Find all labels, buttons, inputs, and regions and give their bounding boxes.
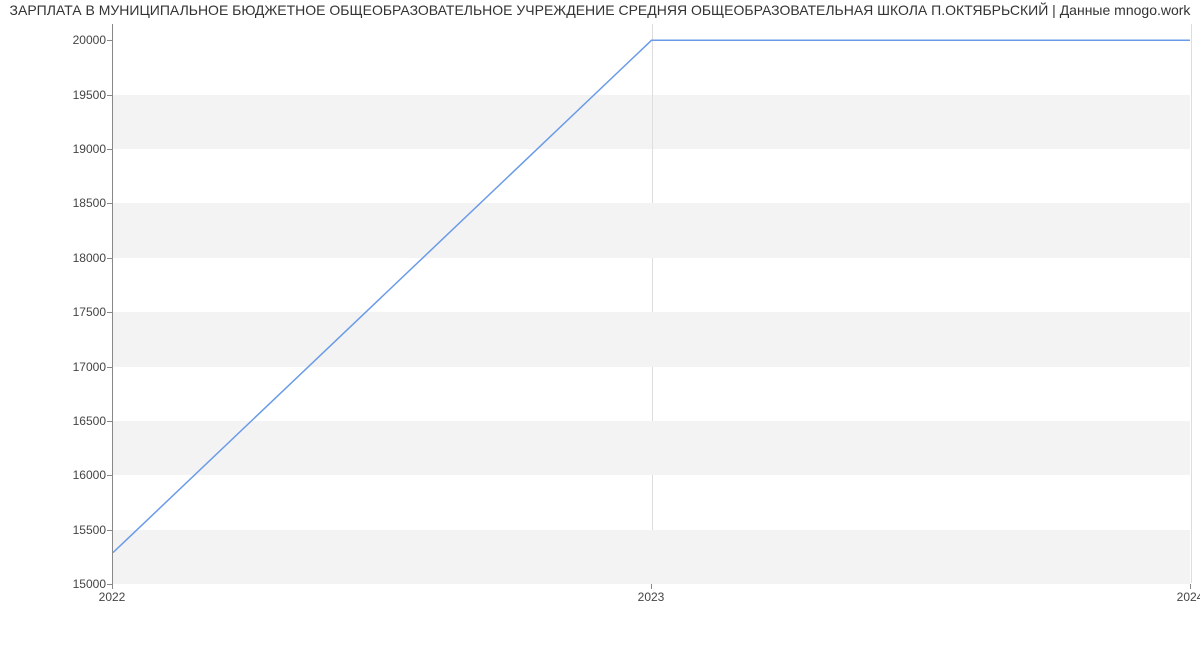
x-grid-line bbox=[1191, 24, 1192, 583]
x-tick-mark bbox=[1190, 584, 1191, 589]
y-tick-mark bbox=[107, 421, 112, 422]
y-tick-label: 19500 bbox=[72, 88, 106, 102]
y-tick-label: 19000 bbox=[72, 142, 106, 156]
y-tick-label: 18500 bbox=[72, 196, 106, 210]
y-tick-label: 15500 bbox=[72, 523, 106, 537]
chart-title: ЗАРПЛАТА В МУНИЦИПАЛЬНОЕ БЮДЖЕТНОЕ ОБЩЕО… bbox=[0, 2, 1200, 18]
y-tick-mark bbox=[107, 530, 112, 531]
x-tick-label: 2024 bbox=[1177, 590, 1200, 604]
x-tick-label: 2023 bbox=[638, 590, 665, 604]
x-tick-mark bbox=[651, 584, 652, 589]
salary-series-line bbox=[113, 40, 1190, 552]
y-tick-mark bbox=[107, 475, 112, 476]
y-tick-mark bbox=[107, 95, 112, 96]
y-tick-mark bbox=[107, 312, 112, 313]
plot-area bbox=[112, 24, 1190, 584]
y-tick-mark bbox=[107, 258, 112, 259]
x-tick-mark bbox=[112, 584, 113, 589]
x-tick-label: 2022 bbox=[99, 590, 126, 604]
y-tick-label: 15000 bbox=[72, 577, 106, 591]
y-tick-mark bbox=[107, 149, 112, 150]
y-tick-label: 17500 bbox=[72, 305, 106, 319]
chart-container: ЗАРПЛАТА В МУНИЦИПАЛЬНОЕ БЮДЖЕТНОЕ ОБЩЕО… bbox=[0, 0, 1200, 615]
y-tick-label: 17000 bbox=[72, 360, 106, 374]
y-tick-mark bbox=[107, 367, 112, 368]
y-tick-label: 18000 bbox=[72, 251, 106, 265]
y-tick-label: 20000 bbox=[72, 33, 106, 47]
y-tick-label: 16500 bbox=[72, 414, 106, 428]
y-tick-mark bbox=[107, 203, 112, 204]
salary-line bbox=[113, 24, 1190, 583]
y-tick-label: 16000 bbox=[72, 468, 106, 482]
y-tick-mark bbox=[107, 40, 112, 41]
